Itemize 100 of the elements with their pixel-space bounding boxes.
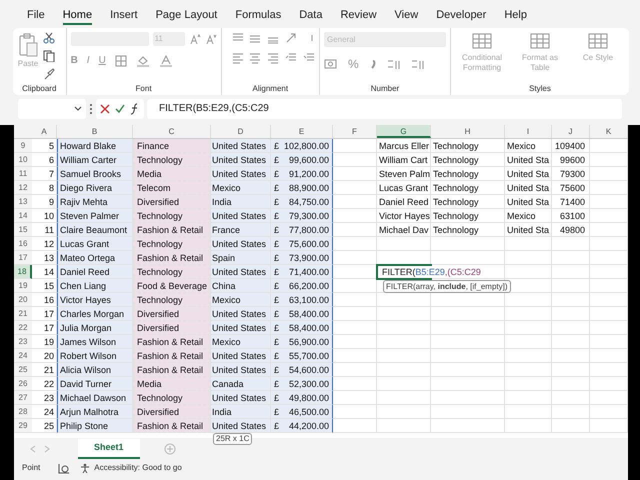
column-header[interactable]: D [211,125,271,138]
scroll-right-icon[interactable] [44,445,50,453]
column-header[interactable]: E [271,125,333,138]
italic-button[interactable]: I [86,53,90,68]
dropdown-icon[interactable] [74,106,82,112]
table-cell: Fashion & Retail [133,363,211,377]
menu-tab[interactable]: Formulas [235,9,282,25]
table-cell: Claire Beaumont [57,223,133,237]
shrink-font-icon[interactable] [204,33,217,45]
row-header[interactable]: 10 [14,153,32,167]
row-header[interactable]: 15 [14,223,32,237]
group-label: Styles [528,83,552,95]
enter-icon[interactable] [114,104,125,114]
menu-tab[interactable]: Review [340,9,377,25]
currency-symbol: £ [274,224,280,236]
column-header[interactable]: B [57,125,133,138]
row-header[interactable]: 9 [14,139,32,153]
increase-decimal-icon[interactable] [386,58,401,70]
empty-cell [552,349,590,363]
orientation-icon[interactable] [285,32,298,44]
percent-button[interactable]: % [348,55,359,73]
row-header[interactable]: 17 [14,251,32,265]
empty-cell [377,405,431,419]
row-header[interactable]: 20 [14,293,32,307]
sheet-tab[interactable]: Sheet1 [78,439,140,459]
align-center-icon[interactable] [249,52,262,64]
brush-icon[interactable] [43,68,55,80]
accessibility-status: Accessibility: Good to go [94,462,182,474]
menu-tab[interactable]: Page Layout [156,9,218,25]
row-header[interactable]: 23 [14,335,32,349]
row-header[interactable]: 26 [14,377,32,391]
column-header[interactable]: A [32,125,57,138]
amount-text: 91,200.00 [288,168,329,180]
table-cell: United Sta [505,195,552,209]
currency-symbol: £ [274,168,280,180]
table-cell: Technology [431,153,505,167]
column-header[interactable]: H [431,125,505,138]
more-icon[interactable] [89,103,93,115]
menu-tab[interactable]: Help [504,9,527,25]
borders-icon[interactable] [114,54,127,66]
row-header[interactable]: 19 [14,279,32,293]
table-cell: United States [211,391,271,405]
scroll-left-icon[interactable] [30,445,36,453]
row-header[interactable]: 28 [14,405,32,419]
table-cell: United States [211,419,271,433]
table-cell: India [211,195,271,209]
menu-tab[interactable]: Home [62,9,92,25]
row-header[interactable]: 22 [14,321,32,335]
add-sheet-icon[interactable] [164,443,176,455]
accounting-icon[interactable] [324,58,338,70]
menu-tab[interactable]: View [394,9,418,25]
table-cell: Samuel Brooks [57,167,133,181]
cut-icon[interactable] [43,32,55,44]
row-header[interactable]: 29 [14,419,32,433]
table-cell: William Cart [377,153,431,167]
table-cell: 71400 [552,195,590,209]
table-cell: India [211,405,271,419]
table-cell: 109400 [552,139,590,153]
column-header[interactable]: J [552,125,590,138]
font-color-icon[interactable] [158,54,173,66]
menu-tab[interactable]: File [27,9,45,25]
row-header[interactable]: 24 [14,349,32,363]
copy-icon[interactable] [43,50,57,62]
clipboard-icon[interactable] [17,32,39,58]
row-header[interactable]: 18 [14,265,32,279]
cancel-icon[interactable] [100,104,110,114]
cell-formula[interactable]: FILTER(B5:E29,(C5:C29 [381,266,482,278]
menu-tab[interactable]: Developer [436,9,486,25]
column-header[interactable]: I [505,125,552,138]
comma-style-icon[interactable] [368,58,377,70]
table-cell: Technology [133,265,211,279]
function-icon[interactable] [130,103,140,115]
macro-icon[interactable] [58,462,70,474]
grow-font-icon[interactable] [188,33,201,45]
column-header[interactable]: G [377,125,431,138]
underline-button[interactable]: U [98,53,106,68]
currency-symbol: £ [274,420,280,432]
row-header[interactable]: 16 [14,237,32,251]
column-header[interactable]: C [133,125,211,138]
row-header[interactable]: 11 [14,167,32,181]
fill-color-icon[interactable] [136,54,150,66]
currency-symbol: £ [274,294,280,306]
decrease-decimal-icon[interactable] [410,58,425,70]
menu-tab[interactable]: Data [299,9,322,25]
accessibility-icon[interactable] [80,463,90,473]
row-header[interactable]: 12 [14,181,32,195]
empty-cell [552,377,590,391]
row-header[interactable]: 14 [14,209,32,223]
align-right-icon[interactable] [267,52,280,64]
table-cell: Media [133,377,211,391]
currency-symbol: £ [274,364,280,376]
align-left-icon[interactable] [232,52,244,64]
row-header[interactable]: 27 [14,391,32,405]
row-header[interactable]: 13 [14,195,32,209]
bold-button[interactable]: B [70,53,78,68]
currency-symbol: £ [274,378,280,390]
row-header[interactable]: 25 [14,363,32,377]
row-header[interactable]: 21 [14,307,32,321]
menu-tab[interactable]: Insert [110,9,138,25]
formula-input[interactable]: FILTER(B5:E29,(C5:C29 [147,99,622,119]
